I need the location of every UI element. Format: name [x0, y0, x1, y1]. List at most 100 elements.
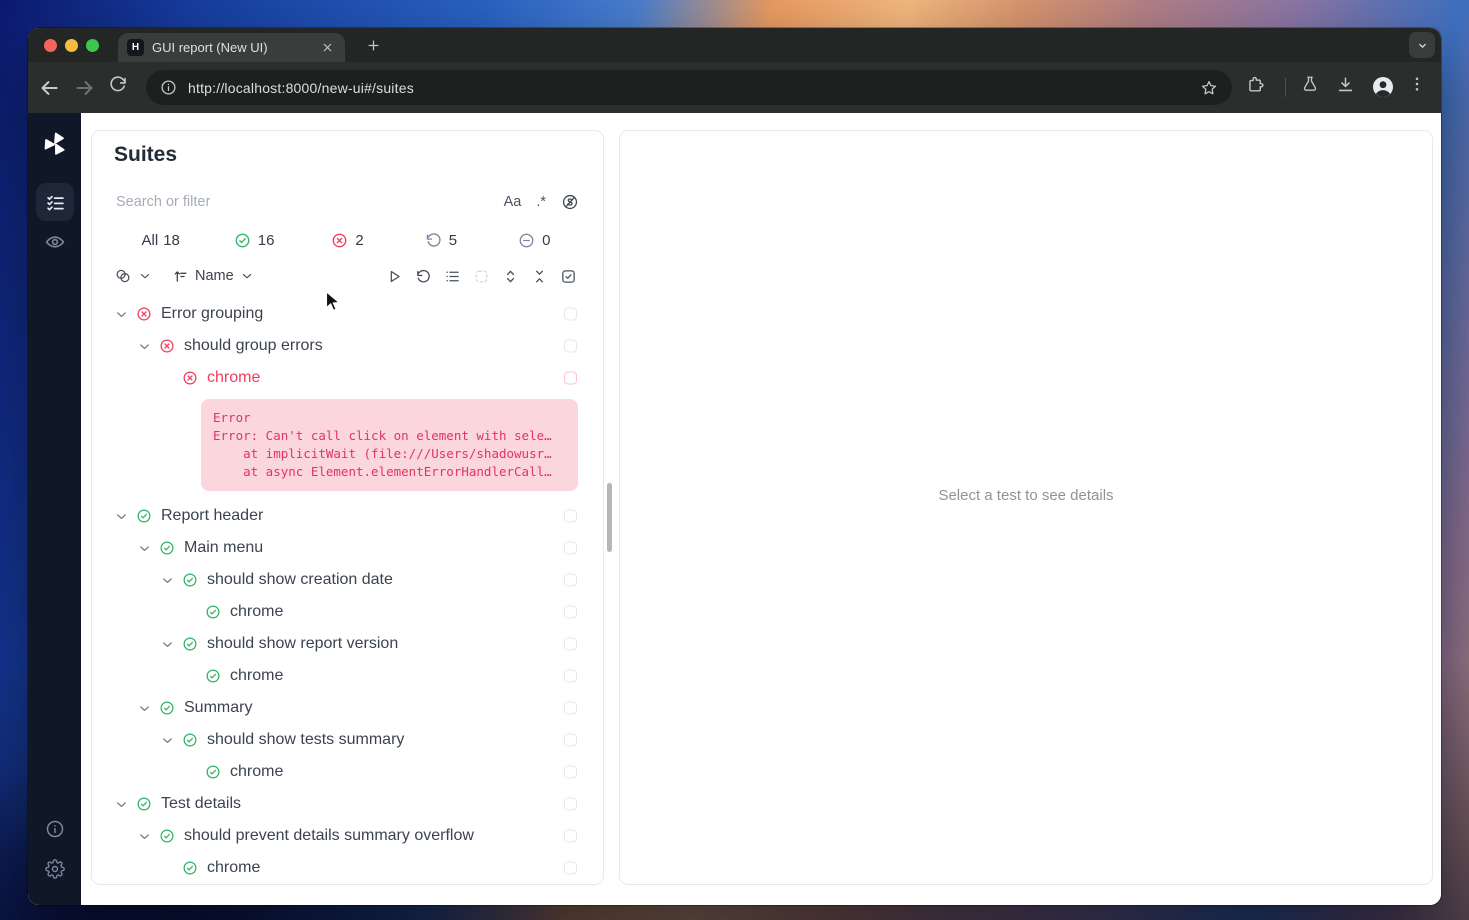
tree-row[interactable]: chrome: [92, 660, 603, 692]
settings-gear-icon[interactable]: [36, 850, 74, 888]
address-bar[interactable]: http://localhost:8000/new-ui#/suites: [146, 70, 1232, 105]
stat-passed[interactable]: 16: [207, 225, 300, 255]
status-icon: [205, 668, 221, 684]
chevron-down-icon[interactable]: [114, 307, 129, 322]
row-checkbox[interactable]: [564, 308, 577, 321]
chevron-down-icon[interactable]: [137, 701, 152, 716]
tree-row[interactable]: should show creation date: [92, 564, 603, 596]
chevron-down-icon[interactable]: [137, 541, 152, 556]
stat-all[interactable]: All18: [114, 225, 207, 255]
row-checkbox[interactable]: [564, 606, 577, 619]
reload-icon[interactable]: [108, 75, 134, 101]
chevron-down-icon[interactable]: [137, 829, 152, 844]
row-checkbox[interactable]: [564, 702, 577, 715]
collapse-all-icon[interactable]: [531, 268, 548, 285]
tree-row[interactable]: Main menu: [92, 532, 603, 564]
select-all-checkbox-icon[interactable]: [560, 268, 577, 285]
row-checkbox[interactable]: [564, 542, 577, 555]
browser-tab[interactable]: H GUI report (New UI): [118, 33, 345, 62]
downloads-icon[interactable]: [1336, 75, 1362, 101]
tree-row[interactable]: should prevent details summary overflow: [92, 820, 603, 852]
new-tab-button[interactable]: [364, 36, 383, 55]
tree-row[interactable]: Test details: [92, 788, 603, 820]
profile-avatar[interactable]: [1371, 75, 1397, 101]
row-label: Main menu: [184, 539, 263, 557]
row-checkbox[interactable]: [564, 510, 577, 523]
tab-close-icon[interactable]: [319, 39, 336, 56]
chevron-down-icon[interactable]: [114, 797, 129, 812]
tree-row[interactable]: chrome: [92, 362, 603, 394]
forward-icon[interactable]: [72, 75, 98, 101]
row-checkbox[interactable]: [564, 862, 577, 875]
site-info-icon[interactable]: [160, 79, 177, 96]
tree-row[interactable]: chrome: [92, 756, 603, 788]
chevron-down-icon[interactable]: [137, 339, 152, 354]
row-checkbox[interactable]: [564, 734, 577, 747]
chevron-down-icon: [240, 269, 254, 283]
chevron-down-icon[interactable]: [160, 733, 175, 748]
match-case-toggle[interactable]: Aa: [504, 194, 522, 210]
minimize-window-button[interactable]: [65, 39, 78, 52]
row-checkbox[interactable]: [564, 798, 577, 811]
row-checkbox[interactable]: [564, 830, 577, 843]
stat-skipped[interactable]: 0: [488, 225, 581, 255]
bookmark-star-icon[interactable]: [1200, 79, 1218, 97]
scrollbar-thumb[interactable]: [607, 483, 612, 552]
skipped-icon: [518, 232, 535, 249]
tree-row[interactable]: should group errors: [92, 330, 603, 362]
tree-row[interactable]: should show tests summary: [92, 724, 603, 756]
stat-failed[interactable]: 2: [301, 225, 394, 255]
tree-toolbar: Name: [114, 261, 577, 291]
stat-retried[interactable]: 5: [394, 225, 487, 255]
tree-row[interactable]: chrome: [92, 596, 603, 628]
run-tests-icon[interactable]: [386, 268, 403, 285]
status-icon: [182, 572, 198, 588]
row-checkbox[interactable]: [564, 574, 577, 587]
toolbar-divider: [1285, 78, 1286, 97]
chevron-down-icon[interactable]: [160, 637, 175, 652]
row-checkbox[interactable]: [564, 340, 577, 353]
list-view-icon[interactable]: [444, 268, 461, 285]
regex-toggle[interactable]: .*: [536, 194, 546, 210]
row-checkbox[interactable]: [564, 638, 577, 651]
row-label: Summary: [184, 699, 252, 717]
expand-all-icon[interactable]: [502, 268, 519, 285]
info-icon[interactable]: [36, 810, 74, 848]
row-label: should prevent details summary overflow: [184, 827, 474, 845]
status-icon: [136, 796, 152, 812]
row-checkbox[interactable]: [564, 372, 577, 385]
sort-control[interactable]: Name: [172, 268, 254, 285]
chevron-down-icon[interactable]: [114, 509, 129, 524]
back-icon[interactable]: [36, 75, 62, 101]
tree-row[interactable]: Summary: [92, 692, 603, 724]
undo-icon[interactable]: [415, 268, 432, 285]
experiments-flask-icon[interactable]: [1301, 75, 1327, 101]
row-checkbox[interactable]: [564, 670, 577, 683]
sidebar-item-suites[interactable]: [36, 183, 74, 221]
close-window-button[interactable]: [44, 39, 57, 52]
status-icon: [182, 860, 198, 876]
sidebar-item-visual-checks[interactable]: [36, 223, 74, 261]
status-icon: [136, 306, 152, 322]
row-label: chrome: [230, 603, 283, 621]
row-checkbox[interactable]: [564, 766, 577, 779]
tree-row[interactable]: should show report version: [92, 628, 603, 660]
retry-icon: [425, 232, 442, 249]
search-input[interactable]: [114, 193, 504, 211]
browsers-filter[interactable]: [114, 267, 152, 285]
tree-row[interactable]: Report header: [92, 500, 603, 532]
tree-row[interactable]: chrome: [92, 852, 603, 884]
browsers-icon: [114, 267, 132, 285]
row-label: should show creation date: [207, 571, 393, 589]
select-region-icon: [473, 268, 490, 285]
browser-menu-icon[interactable]: [1408, 75, 1434, 101]
status-icon: [205, 764, 221, 780]
strict-match-toggle-icon[interactable]: [561, 193, 579, 211]
chevron-down-icon[interactable]: [160, 573, 175, 588]
row-label: Error grouping: [161, 305, 263, 323]
extensions-icon[interactable]: [1246, 75, 1272, 101]
tree-row[interactable]: Error grouping: [92, 298, 603, 330]
row-label: chrome: [230, 763, 283, 781]
tab-search-button[interactable]: [1409, 32, 1435, 58]
fullscreen-window-button[interactable]: [86, 39, 99, 52]
